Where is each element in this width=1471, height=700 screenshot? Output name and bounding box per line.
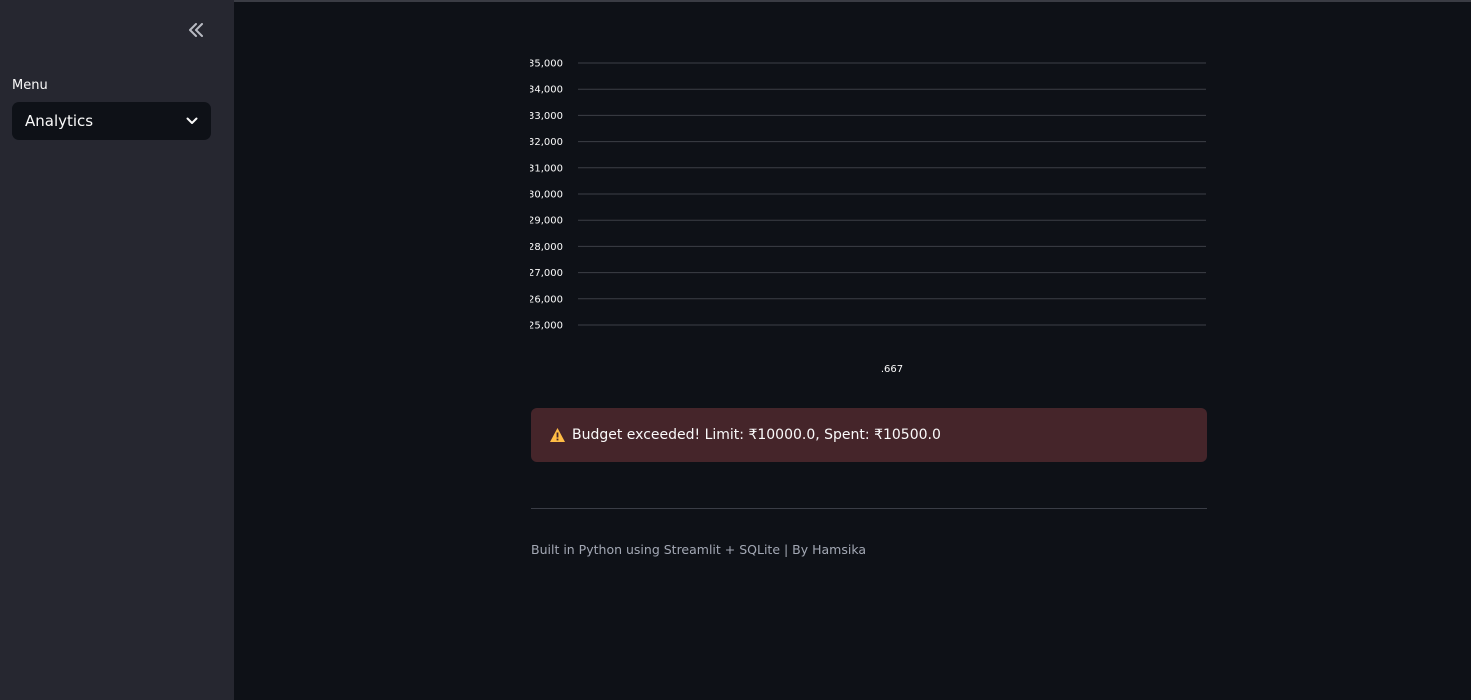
y-tick-label: 31,000 xyxy=(530,163,563,174)
warning-icon xyxy=(549,427,566,443)
menu-select[interactable]: Analytics xyxy=(12,102,211,140)
y-tick-label: 29,000 xyxy=(530,216,563,227)
main-content: 35,000 34,000 33,000 32,000 31,000 30,000 29,0… xyxy=(234,0,1471,700)
footer-text: Built in Python using Streamlit + SQLite… xyxy=(531,542,867,557)
y-tick-label: 32,000 xyxy=(530,137,563,148)
footer-divider xyxy=(531,508,1207,509)
budget-alert: Budget exceeded! Limit: ₹10000.0, Spent:… xyxy=(531,408,1207,462)
y-tick-label: 27,000 xyxy=(530,268,563,279)
y-tick-label: 30,000 xyxy=(530,190,563,201)
sidebar: Menu Analytics xyxy=(0,0,234,700)
chart-svg: 35,000 34,000 33,000 32,000 31,000 30,000 29,0… xyxy=(530,59,1206,375)
y-tick-label: 34,000 xyxy=(530,85,563,96)
y-tick-label: 25,000 xyxy=(530,321,563,332)
collapse-sidebar-button[interactable] xyxy=(184,18,208,42)
y-tick-label: 28,000 xyxy=(530,242,563,253)
bar-chart: 35,000 34,000 33,000 32,000 31,000 30,000 29,0… xyxy=(530,50,1208,390)
menu-select-value: Analytics xyxy=(25,112,94,130)
chevron-down-icon xyxy=(186,115,198,127)
x-tick-label: .667 xyxy=(881,364,903,375)
alert-message: Budget exceeded! Limit: ₹10000.0, Spent:… xyxy=(572,427,941,443)
y-tick-label: 33,000 xyxy=(530,111,563,122)
double-chevron-left-icon xyxy=(189,23,203,37)
y-tick-label: 35,000 xyxy=(530,59,563,70)
y-tick-label: 26,000 xyxy=(530,294,563,305)
menu-label: Menu xyxy=(12,78,48,93)
